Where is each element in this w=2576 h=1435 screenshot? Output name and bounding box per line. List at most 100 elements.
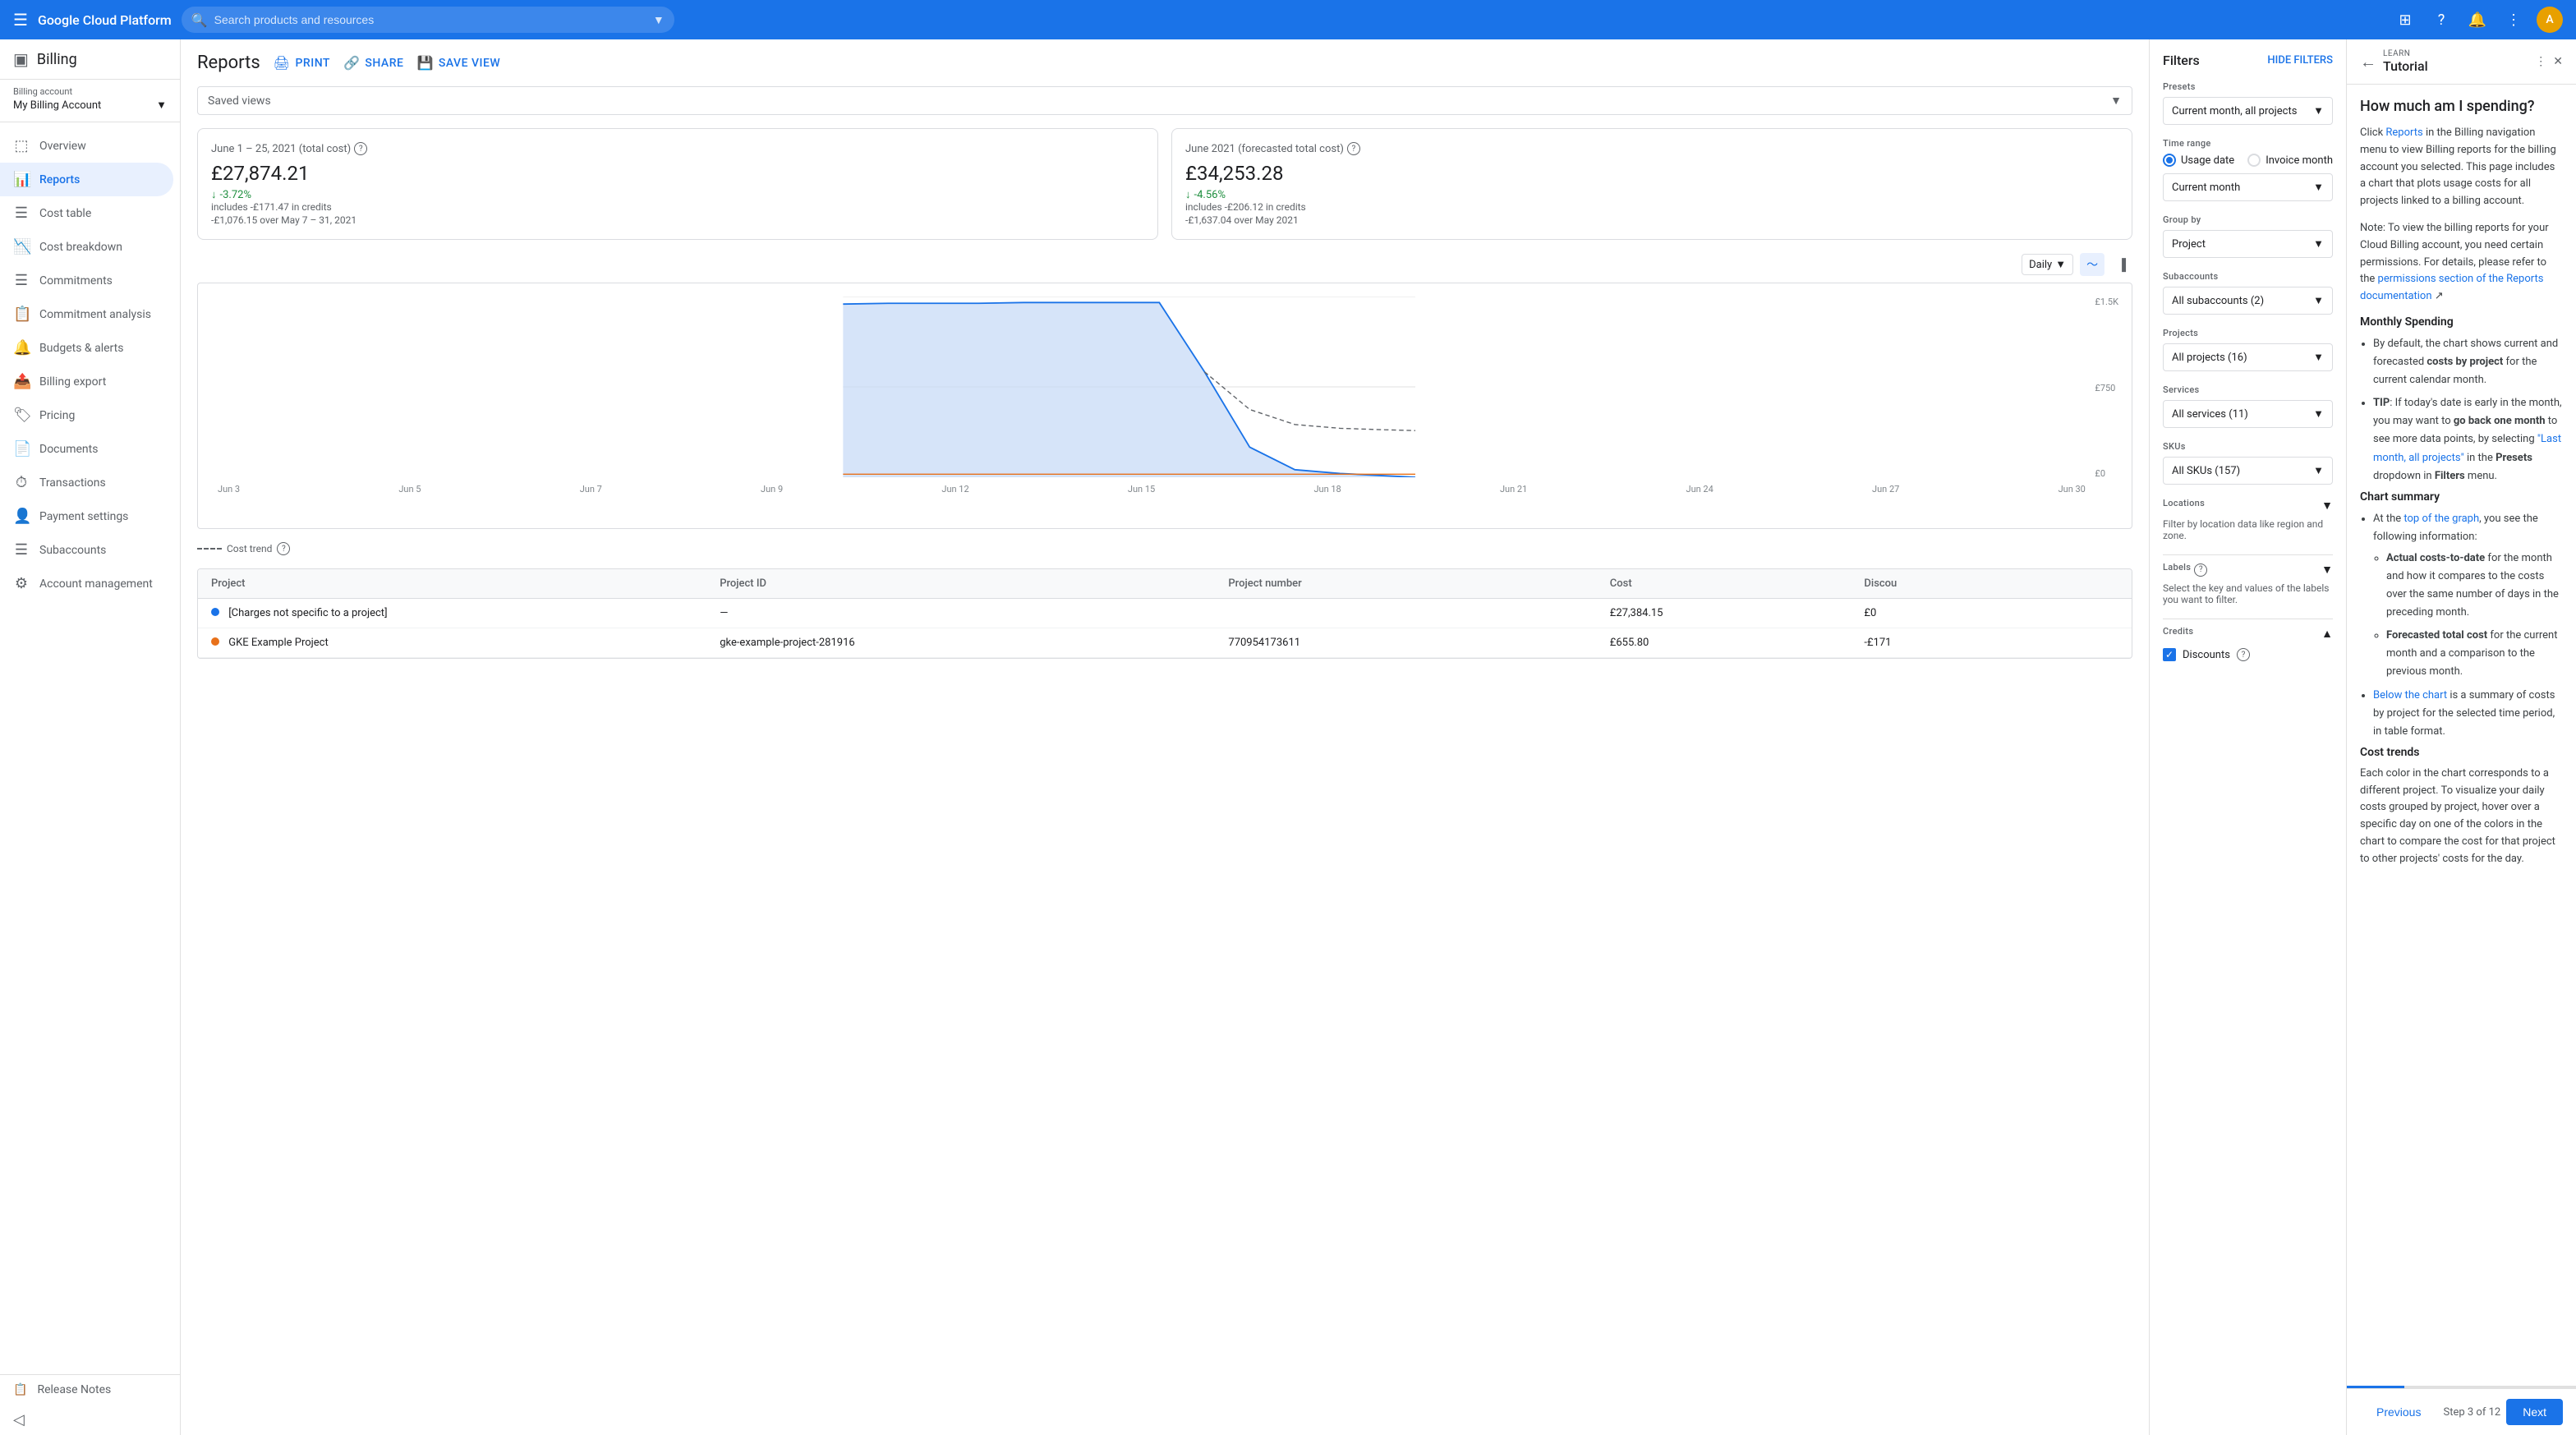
discounts-help-icon[interactable]: ? <box>2237 648 2250 661</box>
col-discount: Discou <box>1864 577 2118 590</box>
print-button[interactable]: 🖨 PRINT <box>274 55 330 71</box>
sidebar-item-label: Overview <box>39 140 86 153</box>
discounts-checkbox[interactable]: ✓ Discounts ? <box>2163 648 2333 661</box>
help-icon[interactable]: ? <box>2428 7 2454 33</box>
chart-summary-list: At the top of the graph, you see the fol… <box>2360 510 2563 741</box>
forecast-credits-note: includes -£206.12 in credits <box>1185 201 2118 213</box>
sidebar-item-release-notes[interactable]: 📋 Release Notes <box>0 1375 180 1405</box>
actual-cost-help-icon[interactable]: ? <box>354 142 367 155</box>
project-number: 770954173611 <box>1228 637 1609 649</box>
next-button[interactable]: Next <box>2506 1399 2563 1425</box>
invoice-month-label: Invoice month <box>2266 154 2333 167</box>
billing-account-value[interactable]: My Billing Account ▼ <box>13 99 167 112</box>
x-label: Jun 5 <box>398 484 421 494</box>
projects-label: Projects <box>2163 328 2333 338</box>
cost-trend-label: Cost trend ? <box>197 542 2132 555</box>
billing-account-selector[interactable]: Billing account My Billing Account ▼ <box>0 80 180 122</box>
avatar[interactable]: A <box>2537 7 2563 33</box>
presets-dropdown[interactable]: Current month, all projects ▼ <box>2163 97 2333 125</box>
tutorial-more-icon[interactable]: ⋮ <box>2535 55 2546 68</box>
chart-y-labels: £1.5K £750 £0 <box>2095 297 2118 479</box>
sidebar-item-transactions[interactable]: ⏱ Transactions <box>0 466 173 499</box>
usage-date-option[interactable]: Usage date <box>2163 154 2234 167</box>
sidebar-item-subaccounts[interactable]: ☰ Subaccounts <box>0 533 173 567</box>
previous-button[interactable]: Previous <box>2360 1399 2437 1425</box>
hide-filters-button[interactable]: HIDE FILTERS <box>2267 54 2333 67</box>
sidebar-item-commitment-analysis[interactable]: 📋 Commitment analysis <box>0 297 173 331</box>
reports-link[interactable]: Reports <box>2385 126 2422 139</box>
sidebar-item-payment-settings[interactable]: 👤 Payment settings <box>0 499 173 533</box>
sidebar-item-documents[interactable]: 📄 Documents <box>0 432 173 466</box>
menu-icon[interactable]: ☰ <box>13 10 28 30</box>
sidebar-item-cost-breakdown[interactable]: 📉 Cost breakdown <box>0 230 173 264</box>
sidebar-item-account-management[interactable]: ⚙ Account management <box>0 567 173 600</box>
more-options-icon[interactable]: ⋮ <box>2500 7 2527 33</box>
time-range-dropdown[interactable]: Current month ▼ <box>2163 173 2333 201</box>
sidebar-item-reports[interactable]: 📊 Reports <box>0 163 173 196</box>
usage-date-radio[interactable] <box>2163 154 2176 167</box>
col-project-id: Project ID <box>720 577 1228 590</box>
chart-interval-select[interactable]: Daily ▼ <box>2022 254 2073 275</box>
release-notes-icon: 📋 <box>13 1383 27 1396</box>
group-by-dropdown[interactable]: Project ▼ <box>2163 230 2333 258</box>
search-dropdown-icon[interactable]: ▼ <box>653 13 665 27</box>
forecast-cost-change: ↓ -4.56% <box>1185 188 2118 201</box>
app-title: Google Cloud Platform <box>38 12 172 28</box>
labels-section-header[interactable]: Labels ? ▼ <box>2163 562 2333 577</box>
grid-icon[interactable]: ⊞ <box>2392 7 2418 33</box>
sidebar-collapse-btn[interactable]: ◁ <box>0 1405 180 1435</box>
search-input[interactable] <box>214 13 646 26</box>
credits-label: Credits <box>2163 626 2193 637</box>
tutorial-content: How much am I spending? Click Reports in… <box>2347 85 2576 1386</box>
sidebar-item-cost-table[interactable]: ☰ Cost table <box>0 196 173 230</box>
sidebar-item-budgets-alerts[interactable]: 🔔 Budgets & alerts <box>0 331 173 365</box>
sidebar-item-commitments[interactable]: ☰ Commitments <box>0 264 173 297</box>
subaccounts-dropdown[interactable]: All subaccounts (2) ▼ <box>2163 287 2333 315</box>
reports-header: Reports 🖨 PRINT 🔗 SHARE 💾 SAVE VIEW <box>197 53 2132 73</box>
sidebar-item-label: Cost breakdown <box>39 241 122 254</box>
cost-trend-help-icon[interactable]: ? <box>277 542 290 555</box>
notifications-icon[interactable]: 🔔 <box>2464 7 2491 33</box>
top-graph-link[interactable]: top of the graph <box>2404 513 2479 525</box>
invoice-month-option[interactable]: Invoice month <box>2247 154 2333 167</box>
sidebar: ▣ Billing Billing account My Billing Acc… <box>0 39 181 1435</box>
usage-date-label: Usage date <box>2181 154 2234 167</box>
locations-section-header[interactable]: Locations ▼ <box>2163 498 2333 513</box>
discounts-checkbox-icon[interactable]: ✓ <box>2163 648 2176 661</box>
down-arrow-icon: ↓ <box>211 188 217 201</box>
chart-container: £1.5K £750 £0 <box>197 283 2132 529</box>
services-dropdown[interactable]: All services (11) ▼ <box>2163 400 2333 428</box>
invoice-month-radio[interactable] <box>2247 154 2261 167</box>
last-month-link[interactable]: "Last month, all projects" <box>2373 433 2561 463</box>
below-chart-link[interactable]: Below the chart <box>2373 689 2447 701</box>
project-discount: £0 <box>1864 607 2118 619</box>
sidebar-title: Billing <box>37 51 77 68</box>
forecast-cost-help-icon[interactable]: ? <box>1347 142 1360 155</box>
saved-views-dropdown[interactable]: Saved views ▼ <box>197 86 2132 115</box>
sidebar-item-pricing[interactable]: 🏷 Pricing <box>0 398 173 432</box>
filter-labels: Labels ? ▼ Select the key and values of … <box>2163 562 2333 605</box>
reports-main: Reports 🖨 PRINT 🔗 SHARE 💾 SAVE VIEW <box>181 39 2149 1435</box>
projects-dropdown[interactable]: All projects (16) ▼ <box>2163 343 2333 371</box>
sidebar-item-billing-export[interactable]: 📤 Billing export <box>0 365 173 398</box>
presets-chevron: ▼ <box>2313 104 2324 117</box>
sidebar-item-label: Documents <box>39 443 98 456</box>
bar-chart-btn[interactable]: ▐ <box>2111 255 2132 275</box>
documents-icon: 📄 <box>13 440 30 458</box>
list-item: Actual costs-to-date for the month and h… <box>2386 550 2563 622</box>
tutorial-back-button[interactable]: ← <box>2360 52 2376 72</box>
filter-presets: Presets Current month, all projects ▼ <box>2163 81 2333 125</box>
chart-controls: Daily ▼ 〜 ▐ <box>197 253 2132 276</box>
tutorial-close-icon[interactable]: ✕ <box>2553 55 2563 68</box>
project-cost: £655.80 <box>1610 637 1865 649</box>
labels-help-icon[interactable]: ? <box>2194 563 2207 577</box>
save-view-button[interactable]: 💾 SAVE VIEW <box>416 55 500 71</box>
credits-section-header[interactable]: Credits ▲ <box>2163 626 2333 642</box>
permissions-link[interactable]: permissions section of the Reports docum… <box>2360 273 2543 302</box>
sidebar-item-overview[interactable]: ⬚ Overview <box>0 129 173 163</box>
line-chart-btn[interactable]: 〜 <box>2080 253 2104 276</box>
filter-time-range: Time range Usage date Invoice month Curr… <box>2163 138 2333 201</box>
forecast-cost-card: June 2021 (forecasted total cost) ? £34,… <box>1171 128 2132 240</box>
share-button[interactable]: 🔗 SHARE <box>343 55 403 71</box>
skus-dropdown[interactable]: All SKUs (157) ▼ <box>2163 457 2333 485</box>
